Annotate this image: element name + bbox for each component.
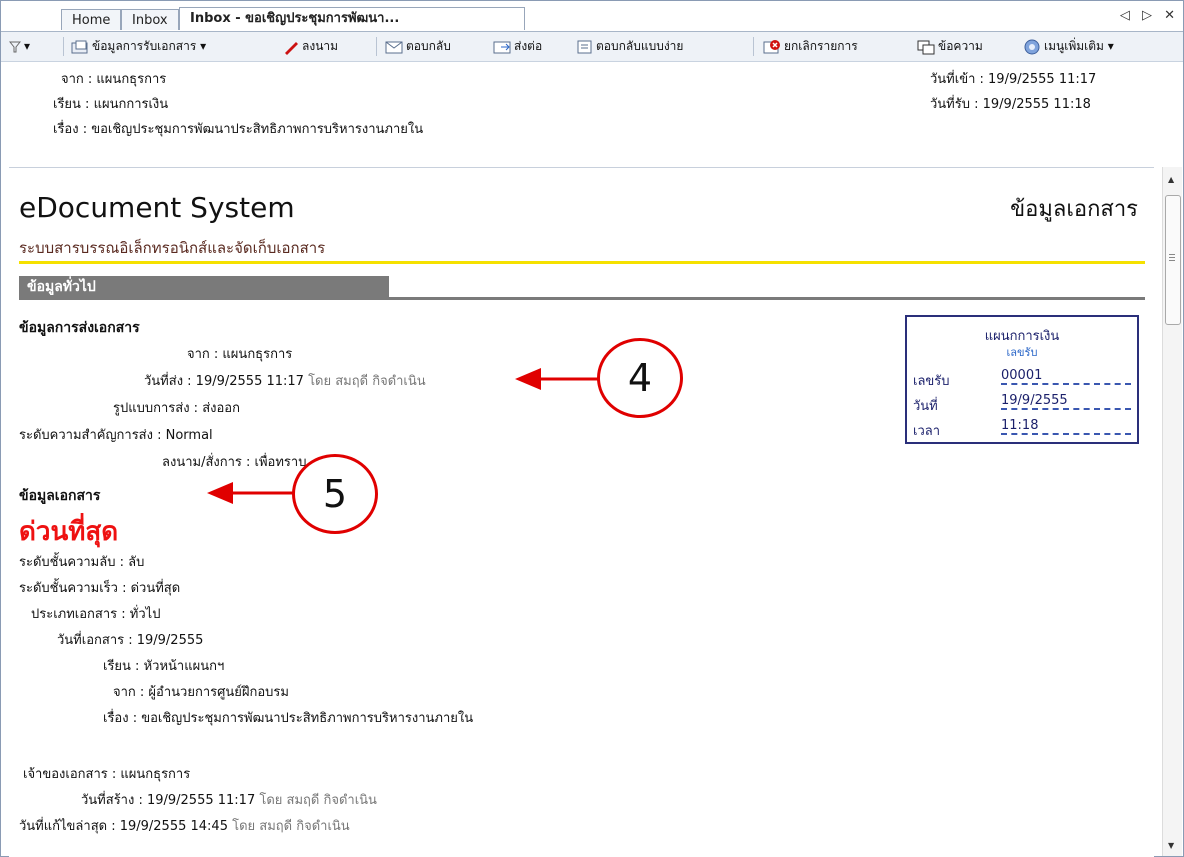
header-subject: เรื่อง : ขอเชิญประชุมการพัฒนาประสิทธิภาพ… — [53, 122, 424, 137]
message-header: จาก : แผนกธุรการ เรียน : แผนกการเงิน เรื… — [1, 62, 1183, 166]
forward-button[interactable]: ส่งต่อ — [493, 32, 542, 61]
receive-info-label: ข้อมูลการรับเอกสาร ▾ — [92, 39, 207, 53]
pen-icon — [285, 41, 298, 55]
sign-button[interactable]: ลงนาม — [283, 32, 338, 61]
tab-inbox-document[interactable]: Inbox - ขอเชิญประชุมการพัฒนา... — [179, 7, 525, 30]
toolbar-separator — [63, 37, 64, 56]
vertical-scrollbar[interactable]: ▲ ▼ — [1162, 167, 1182, 856]
message-button[interactable]: ข้อความ — [917, 32, 983, 61]
document-owner: เจ้าของเอกสาร : แผนกธุรการ — [23, 767, 191, 782]
more-menu-button[interactable]: เมนูเพิ่มเติม ▾ — [1023, 32, 1114, 61]
reply-label: ตอบกลับ — [406, 39, 451, 53]
toolbar-separator — [376, 37, 377, 56]
quick-reply-label: ตอบกลับแบบง่าย — [596, 39, 684, 53]
tab-home[interactable]: Home — [61, 9, 122, 30]
quick-reply-button[interactable]: ตอบกลับแบบง่าย — [577, 32, 683, 61]
message-icon — [917, 40, 935, 54]
header-in-date: วันที่เข้า : 19/9/2555 11:17 — [930, 72, 1097, 87]
modified-by: โดย สมฤดี กิจดำเนิน — [232, 819, 350, 834]
forward-mail-icon — [493, 41, 511, 53]
cancel-item-label: ยกเลิกรายการ — [784, 39, 858, 53]
document-to: เรียน : หัวหน้าแผนกฯ — [103, 659, 225, 674]
window: Home Inbox Inbox - ขอเชิญประชุมการพัฒนา.… — [0, 0, 1184, 857]
header-recv-date: วันที่รับ : 19/9/2555 11:18 — [930, 97, 1091, 112]
document-from: จาก : ผู้อำนวยการศูนย์ฝึกอบรม — [113, 685, 289, 700]
tab-close-icon[interactable]: ✕ — [1164, 8, 1175, 23]
arrow-5 — [207, 482, 294, 504]
scroll-down-icon[interactable]: ▼ — [1168, 841, 1174, 850]
reply-mail-icon — [385, 41, 403, 53]
document-view: eDocument System ข้อมูลเอกสาร ระบบสารบรร… — [9, 167, 1154, 857]
receive-info-button[interactable]: ข้อมูลการรับเอกสาร ▾ — [71, 32, 206, 61]
folder-doc-icon — [71, 40, 88, 53]
quick-reply-icon — [577, 40, 592, 53]
arrow-4 — [515, 368, 599, 390]
gear-icon — [1024, 39, 1040, 54]
cancel-item-button[interactable]: ยกเลิกรายการ — [763, 32, 858, 61]
filter-dropdown-label: ▾ — [24, 39, 31, 53]
annotation-arrows — [207, 368, 599, 504]
created-date: วันที่สร้าง : 19/9/2555 11:17 — [81, 793, 256, 808]
tab-bar: Home Inbox Inbox - ขอเชิญประชุมการพัฒนา.… — [1, 1, 1183, 32]
tab-nav: ◁ ▷ ✕ — [1112, 8, 1175, 23]
filter-button[interactable]: ▾ — [9, 32, 30, 61]
callout-4: 4 — [597, 338, 683, 418]
reply-button[interactable]: ตอบกลับ — [385, 32, 451, 61]
scroll-thumb[interactable] — [1165, 195, 1181, 325]
created-row: วันที่สร้าง : 19/9/2555 11:17 โดย สมฤดี … — [81, 789, 377, 810]
header-to: เรียน : แผนกการเงิน — [53, 97, 169, 112]
message-label: ข้อความ — [938, 39, 983, 53]
filter-icon — [9, 41, 21, 52]
sign-label: ลงนาม — [302, 39, 339, 53]
modified-date: วันที่แก้ไขล่าสุด : 19/9/2555 14:45 — [19, 819, 228, 834]
more-menu-label: เมนูเพิ่มเติม ▾ — [1044, 39, 1114, 53]
document-type: ประเภทเอกสาร : ทั่วไป — [31, 607, 161, 622]
document-date: วันที่เอกสาร : 19/9/2555 — [57, 633, 204, 648]
forward-label: ส่งต่อ — [514, 39, 543, 53]
tab-inbox[interactable]: Inbox — [121, 9, 179, 30]
header-from: จาก : แผนกธุรการ — [61, 72, 167, 87]
toolbar: ▾ ข้อมูลการรับเอกสาร ▾ ลงนาม ตอบกลับ ส่ง… — [1, 32, 1183, 62]
document-subject: เรื่อง : ขอเชิญประชุมการพัฒนาประสิทธิภาพ… — [103, 711, 474, 726]
created-by: โดย สมฤดี กิจดำเนิน — [259, 793, 377, 808]
speed-level: ระดับชั้นความเร็ว : ด่วนที่สุด — [19, 581, 181, 596]
toolbar-separator — [753, 37, 754, 56]
grip-icon — [1169, 254, 1175, 255]
callout-5: 5 — [292, 454, 378, 534]
tab-next-icon[interactable]: ▷ — [1142, 8, 1152, 23]
tab-prev-icon[interactable]: ◁ — [1120, 8, 1130, 23]
scroll-up-icon[interactable]: ▲ — [1168, 175, 1174, 184]
modified-row: วันที่แก้ไขล่าสุด : 19/9/2555 14:45 โดย … — [19, 815, 350, 836]
cancel-icon — [763, 39, 780, 53]
